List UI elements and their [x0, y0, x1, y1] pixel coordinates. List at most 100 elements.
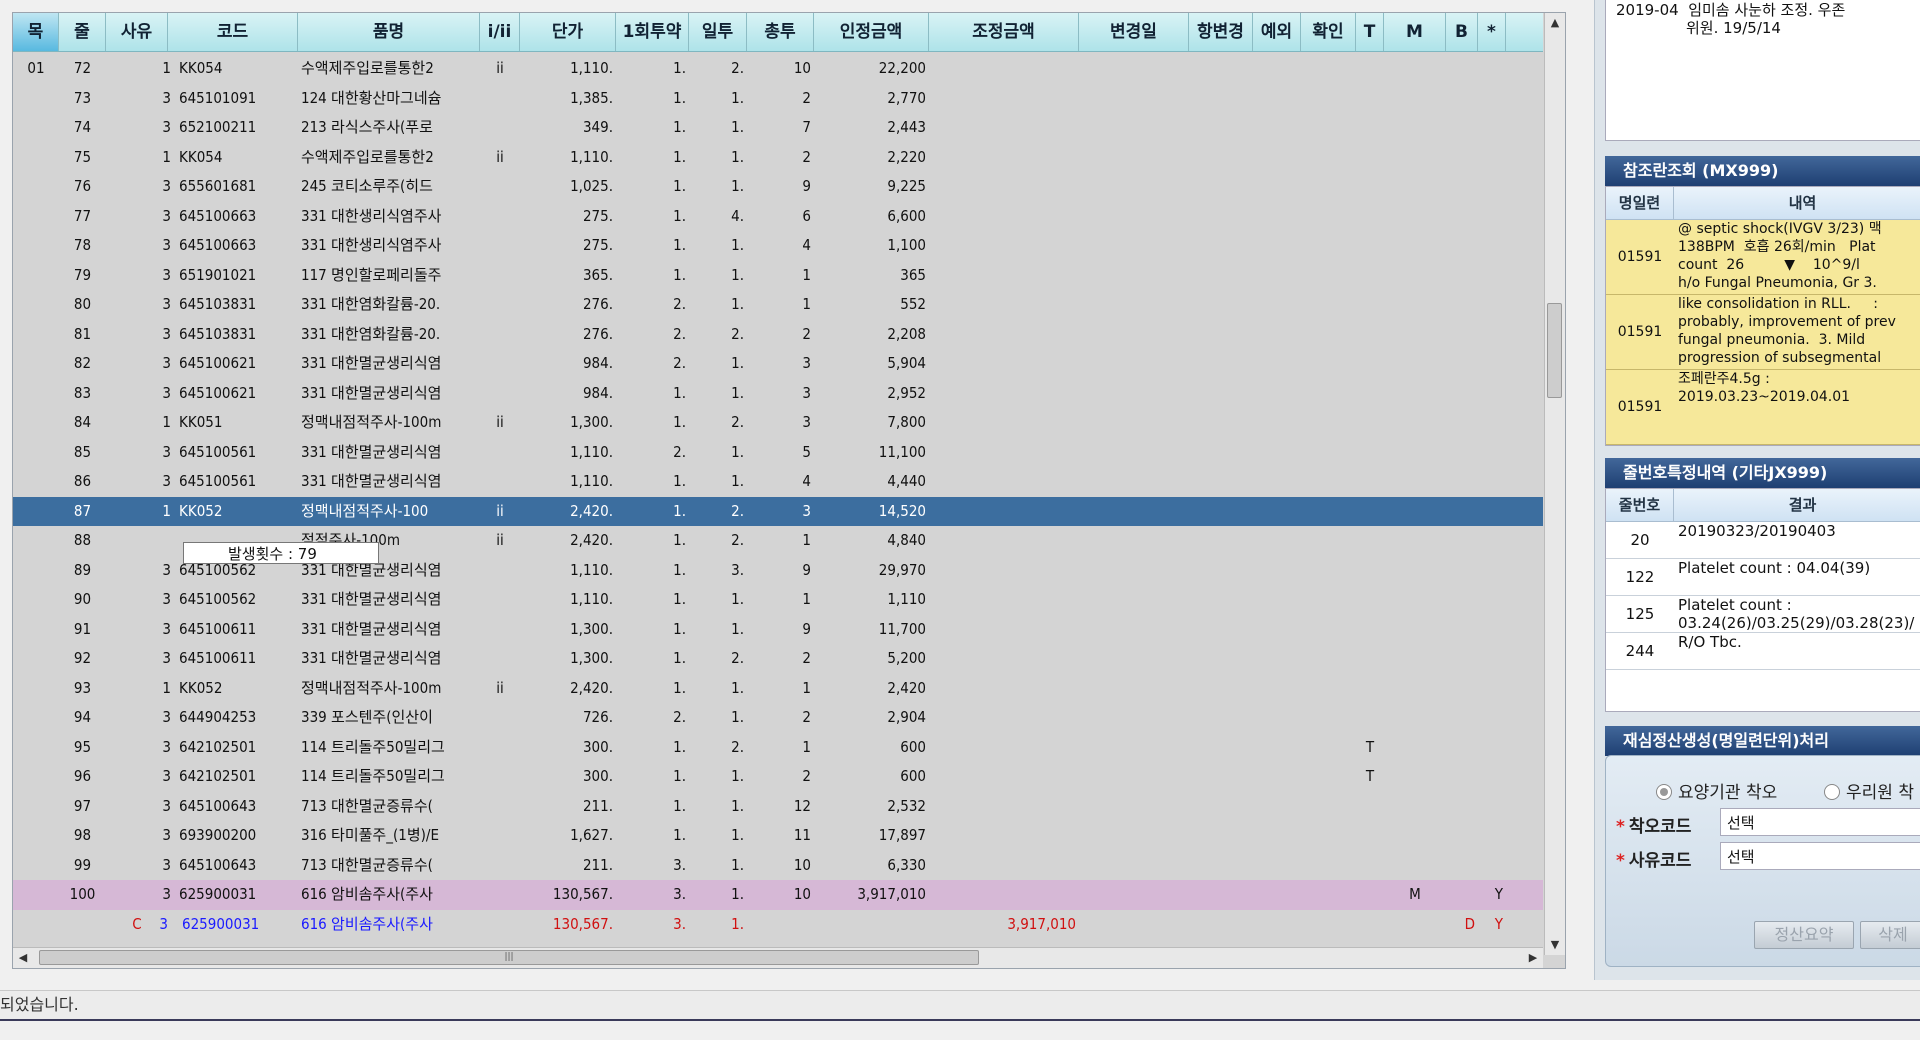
cell-n	[1189, 172, 1253, 202]
cell-d: 3 652100211	[138, 113, 298, 143]
table-row[interactable]: 76 3 655601681 245 코티소루주(히드 1,025. 1. 1. 9 9,225	[13, 172, 1543, 202]
column-header-i[interactable]: 일투	[689, 13, 747, 51]
column-header-e[interactable]: 품명	[298, 13, 480, 51]
column-header-l[interactable]: 조정금액	[929, 13, 1079, 51]
cell-p	[1301, 172, 1356, 202]
table-row[interactable]: 86 3 645100561 331 대한멸균생리식염 1,110. 1. 1. 4 4,440	[13, 467, 1543, 497]
vertical-scrollbar[interactable]: ▲ ▼	[1544, 13, 1565, 955]
table-row[interactable]: 77 3 645100663 331 대한생리식염주사 275. 1. 4. 6 6,600	[13, 202, 1543, 232]
cell-j: 2	[802, 767, 811, 785]
ref-row-id: 01591	[1617, 399, 1663, 415]
table-row[interactable]: 80 3 645103831 331 대한염화칼륨-20. 276. 2. 1. 1 552	[13, 290, 1543, 320]
cell-a	[13, 349, 59, 379]
cell-i: 1.	[731, 885, 744, 903]
table-row[interactable]: 84 1 KK051 정맥내점적주사-100m ii 1,300. 1. 2. 3 7,800	[13, 408, 1543, 438]
table-row[interactable]: 92 3 645100611 331 대한멸균생리식염 1,300. 1. 2. 2 5,200	[13, 644, 1543, 674]
error-code-row: * 착오코드	[1616, 812, 1691, 837]
table-row[interactable]: 74 3 652100211 213 라식스주사(푸로 349. 1. 1. 7 2,443	[13, 113, 1543, 143]
table-row[interactable]: 83 3 645100621 331 대한멸균생리식염 984. 1. 1. 3 2,952	[13, 379, 1543, 409]
table-row[interactable]: 87 1 KK052 정맥내점적주사-100 ii 2,420. 1. 2. 3 14,520	[13, 496, 1543, 526]
cell-b: 94	[73, 708, 92, 726]
radio-our-error[interactable]: 우리원 착	[1824, 778, 1914, 803]
cell-q	[1356, 674, 1384, 704]
table-row[interactable]: 98 3 693900200 316 타미풀주_(1병)/E 1,627. 1. 1. 11 1…	[13, 821, 1543, 851]
table-row[interactable]: 97 3 645100643 713 대한멸균증류수(211. 1. 1. 12 2,532	[13, 792, 1543, 822]
table-row[interactable]: 95 3 642102501 114 트리돌주50밀리그 300. 1. 2. 1 600 T	[13, 733, 1543, 763]
table-row[interactable]: 90 3 645100562 331 대한멸균생리식염 1,110. 1. 1. 1 1,110	[13, 585, 1543, 615]
cell-n	[1189, 349, 1253, 379]
cell-o	[1253, 54, 1301, 84]
column-header-f[interactable]: i/ii	[480, 13, 520, 51]
column-header-c[interactable]: 사유	[106, 13, 168, 51]
line-row[interactable]: 125 Platelet count : 03.24(26)/03.25(29)/…	[1606, 596, 1920, 633]
table-row[interactable]: C 3 625900031 616 암비솜주사(주사 130,567. 3. 1. 3,917…	[13, 910, 1543, 940]
cell-f	[480, 290, 520, 320]
scroll-left-icon[interactable]: ◀	[13, 948, 33, 968]
delete-button[interactable]: 삭제	[1860, 921, 1920, 949]
table-row[interactable]: 82 3 645100621 331 대한멸균생리식염 984. 2. 1. 3 5,904	[13, 349, 1543, 379]
horizontal-scroll-thumb[interactable]: |||	[39, 950, 979, 965]
cell-a	[13, 762, 59, 792]
scroll-right-icon[interactable]: ▶	[1523, 948, 1543, 968]
cell-code: 645100561	[179, 472, 257, 490]
cell-s	[1446, 762, 1478, 792]
column-header-n[interactable]: 항변경	[1189, 13, 1253, 51]
cell-code: 645101091	[179, 88, 257, 107]
table-row[interactable]: 91 3 645100611 331 대한멸균생리식염 1,300. 1. 1. 9 11,70…	[13, 615, 1543, 645]
cell-q: T	[1365, 767, 1375, 785]
table-row[interactable]: 79 3 651901021 117 명인할로페리돌주 365. 1. 1. 1 365	[13, 261, 1543, 291]
settlement-summary-button[interactable]: 정산요약	[1754, 921, 1854, 949]
column-header-r[interactable]: M	[1384, 13, 1446, 51]
ref-row[interactable]: 01591 조페란주4.5g : 2019.03.23~2019.04.01	[1606, 370, 1920, 445]
line-row[interactable]: 20 20190323/20190403	[1606, 522, 1920, 559]
error-code-select[interactable]: 선택	[1720, 808, 1920, 836]
horizontal-scrollbar[interactable]: ◀ ||| ▶	[13, 947, 1543, 968]
cell-h: 2.	[673, 708, 686, 726]
column-header-m[interactable]: 변경일	[1079, 13, 1189, 51]
column-header-p[interactable]: 확인	[1301, 13, 1356, 51]
table-row[interactable]: 78 3 645100663 331 대한생리식염주사 275. 1. 1. 4 1,100	[13, 231, 1543, 261]
column-header-s[interactable]: B	[1446, 13, 1478, 51]
line-row[interactable]: 244 R/O Tbc.	[1606, 633, 1920, 670]
table-row[interactable]: 93 1 KK052 정맥내점적주사-100m ii 2,420. 1. 1. 1 2,420	[13, 674, 1543, 704]
scroll-up-icon[interactable]: ▲	[1545, 13, 1565, 33]
table-row[interactable]: 01 72 1 KK054 수액제주입로를통한2 ii 1,110. 1. 2. 10 22,200	[13, 54, 1543, 84]
line-section-title: 줄번호특정내역 (기타JX999)	[1605, 458, 1920, 488]
cell-b: 84	[73, 413, 92, 431]
line-row[interactable]: 122 Platelet count : 04.04(39)	[1606, 559, 1920, 596]
column-header-g[interactable]: 단가	[520, 13, 616, 51]
cell-a	[13, 880, 59, 910]
column-header-b[interactable]: 줄	[59, 13, 106, 51]
cell-f	[480, 349, 520, 379]
reason-code-select[interactable]: 선택	[1720, 842, 1920, 870]
column-header-d[interactable]: 코드	[168, 13, 298, 51]
table-row[interactable]: 73 3 645101091 124 대한황산마그네슘 1,385. 1. 1. 2 2,770	[13, 84, 1543, 114]
table-row[interactable]: 75 1 KK054 수액제주입로를통한2 ii 1,110. 1. 1. 2 2,220	[13, 143, 1543, 173]
cell-code: 625900031	[179, 885, 257, 903]
cell-p	[1301, 113, 1356, 143]
cell-a	[13, 320, 59, 350]
cell-o	[1253, 851, 1301, 881]
cell-d: 3 645100561	[138, 467, 298, 497]
column-header-k[interactable]: 인정금액	[814, 13, 929, 51]
vertical-scroll-thumb[interactable]	[1547, 303, 1562, 398]
column-header-j[interactable]: 총투	[747, 13, 814, 51]
table-row[interactable]: 85 3 645100561 331 대한멸균생리식염 1,110. 2. 1. 5 11,10…	[13, 438, 1543, 468]
table-row[interactable]: 81 3 645103831 331 대한염화칼륨-20. 276. 2. 2. 2 2,208	[13, 320, 1543, 350]
table-row[interactable]: 96 3 642102501 114 트리돌주50밀리그 300. 1. 1. 2 600 T	[13, 762, 1543, 792]
table-row[interactable]: 99 3 645100643 713 대한멸균증류수(211. 3. 1. 10 6,330	[13, 851, 1543, 881]
scroll-down-icon[interactable]: ▼	[1545, 935, 1565, 955]
cell-q	[1356, 54, 1384, 84]
radio-institution-error[interactable]: 요양기관 착오	[1656, 778, 1777, 803]
ref-row[interactable]: 01591 @ septic shock(IVGV 3/23) 맥 138BPM …	[1606, 220, 1920, 295]
table-row[interactable]: 100 3 625900031 616 암비솜주사(주사 130,567. 3. 1. 10 3…	[13, 880, 1543, 910]
column-header-t[interactable]: *	[1478, 13, 1506, 51]
column-header-a[interactable]: 목	[13, 13, 59, 51]
cell-code: 645103831	[179, 295, 257, 313]
cell-n	[1189, 438, 1253, 468]
ref-row[interactable]: 01591 like consolidation in RLL. : probab…	[1606, 295, 1920, 370]
table-row[interactable]: 94 3 644904253 339 포스텐주(인산이 726. 2. 1. 2 2,904	[13, 703, 1543, 733]
column-header-h[interactable]: 1회투약	[616, 13, 689, 51]
column-header-o[interactable]: 예외	[1253, 13, 1301, 51]
column-header-q[interactable]: T	[1356, 13, 1384, 51]
